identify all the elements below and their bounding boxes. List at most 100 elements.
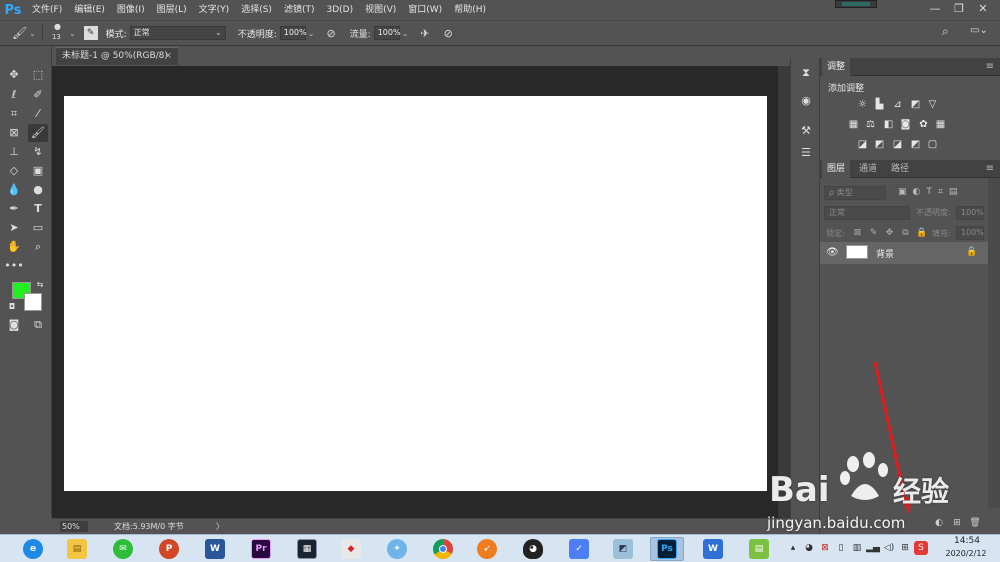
healing-brush-tool-icon[interactable]: ⊠ xyxy=(4,124,24,142)
workspace-icon[interactable]: ▭⌄ xyxy=(970,25,988,36)
levels-icon[interactable]: ▙ xyxy=(873,98,886,111)
crop-tool-icon[interactable]: ⌗ xyxy=(4,105,24,123)
brush-panel-icon[interactable]: ✎ xyxy=(83,26,98,40)
properties-panel-icon[interactable]: ◉ xyxy=(797,92,815,110)
app-bird-icon[interactable]: ✦ xyxy=(380,537,414,561)
marquee-tool-icon[interactable]: ⬚ xyxy=(28,66,48,84)
security-tray-icon[interactable]: ⊠ xyxy=(818,541,832,555)
type-tool-icon[interactable]: T xyxy=(28,200,48,218)
default-colors-icon[interactable]: ◘ xyxy=(2,298,22,316)
quick-mask-icon[interactable]: ◙ xyxy=(4,316,24,334)
more-tools-icon[interactable]: ••• xyxy=(4,257,24,275)
swap-colors-icon[interactable]: ⇆ xyxy=(30,276,50,294)
app-notes-icon[interactable]: ▤ xyxy=(742,537,776,561)
layer-filter-select[interactable]: ρ 类型 xyxy=(824,186,886,200)
hand-tool-icon[interactable]: ✋ xyxy=(4,238,24,256)
menu-filter[interactable]: 滤镜(T) xyxy=(278,0,321,20)
airbrush-icon[interactable]: ✈ xyxy=(420,27,429,40)
background-color-swatch[interactable] xyxy=(24,293,42,311)
gradient-map-icon[interactable]: ◩ xyxy=(909,138,922,151)
menu-view[interactable]: 视图(V) xyxy=(359,0,402,20)
curves-icon[interactable]: ⊿ xyxy=(891,98,904,111)
rectangle-tool-icon[interactable]: ▭ xyxy=(28,219,48,237)
menu-image[interactable]: 图像(I) xyxy=(111,0,151,20)
move-tool-icon[interactable]: ✥ xyxy=(4,66,24,84)
app-feishu-icon[interactable]: ✓ xyxy=(562,537,596,561)
menu-help[interactable]: 帮助(H) xyxy=(448,0,492,20)
chevron-down-icon[interactable]: ⌄ xyxy=(308,29,315,38)
brightness-icon[interactable]: ☼ xyxy=(856,98,869,111)
powerpoint-icon[interactable]: P xyxy=(152,537,186,561)
lock-position-icon[interactable]: ✥ xyxy=(884,228,895,239)
wps-icon[interactable]: W xyxy=(696,537,730,561)
chevron-down-icon[interactable]: ⌄ xyxy=(29,29,36,38)
brush-settings-icon[interactable]: ⚒ xyxy=(797,122,815,140)
color-lookup-icon[interactable]: ▦ xyxy=(934,118,947,131)
search-icon[interactable]: ⌕ xyxy=(942,24,949,39)
panel-menu-icon[interactable]: ≡ xyxy=(986,160,994,178)
flow-field[interactable]: 100% xyxy=(373,26,401,40)
channel-mixer-icon[interactable]: ✿ xyxy=(917,118,930,131)
blur-tool-icon[interactable]: 💧 xyxy=(4,181,24,199)
menu-edit[interactable]: 编辑(E) xyxy=(68,0,111,20)
lock-icon[interactable]: 🔒 xyxy=(966,247,977,257)
premiere-icon[interactable]: Pr xyxy=(244,537,278,561)
mode-select[interactable]: 正常 ⌄ xyxy=(129,26,226,40)
ie-icon[interactable]: e xyxy=(16,537,50,561)
minimize-button[interactable]: — xyxy=(924,0,946,18)
screen-mode-icon[interactable]: ⧉ xyxy=(28,316,48,334)
layer-row[interactable]: 👁 背景 🔒 xyxy=(820,242,988,264)
app-orange-icon[interactable]: ➹ xyxy=(470,537,504,561)
menu-layer[interactable]: 图层(L) xyxy=(151,0,193,20)
clock-date[interactable]: 2020/2/12 xyxy=(938,549,994,558)
clone-stamp-tool-icon[interactable]: ⊥ xyxy=(4,143,24,161)
lasso-tool-icon[interactable]: ℓ xyxy=(4,86,24,104)
pen-tool-icon[interactable]: ✒ xyxy=(4,200,24,218)
menu-select[interactable]: 选择(S) xyxy=(235,0,278,20)
opacity-field[interactable]: 100% xyxy=(279,26,307,40)
zoom-tool-icon[interactable]: ⌕ xyxy=(28,238,48,256)
layer-opacity-field[interactable]: 100% xyxy=(956,206,984,220)
vertical-scrollbar[interactable] xyxy=(778,66,790,518)
tab-paths[interactable]: 路径 xyxy=(886,160,914,178)
sogou-input-icon[interactable]: S xyxy=(914,541,928,555)
vibrance-icon[interactable]: ▽ xyxy=(926,98,939,111)
fill-field[interactable]: 100% xyxy=(956,226,984,240)
threshold-icon[interactable]: ◪ xyxy=(891,138,904,151)
black-white-icon[interactable]: ◧ xyxy=(882,118,895,131)
clock-time[interactable]: 14:54 xyxy=(944,536,990,546)
document-canvas[interactable] xyxy=(64,96,767,491)
chrome-icon[interactable] xyxy=(426,537,460,561)
quick-select-tool-icon[interactable]: ✐ xyxy=(28,86,48,104)
video-editor-icon[interactable]: ▦ xyxy=(290,537,324,561)
document-tab[interactable]: 未标题-1 @ 50%(RGB/8) × xyxy=(56,47,178,65)
lock-paint-icon[interactable]: ✎ xyxy=(868,228,879,239)
eye-icon[interactable]: 👁 xyxy=(826,247,839,258)
restore-button[interactable]: ❐ xyxy=(948,0,970,18)
lock-all-icon[interactable]: 🔒 xyxy=(916,228,927,239)
brush-preset-picker[interactable]: ● 13 xyxy=(49,22,69,44)
menu-3d[interactable]: 3D(D) xyxy=(320,0,359,20)
explorer-icon[interactable]: ▤ xyxy=(60,537,94,561)
word-icon[interactable]: W xyxy=(198,537,232,561)
blend-mode-select[interactable]: 正常 xyxy=(824,206,910,220)
exposure-icon[interactable]: ◩ xyxy=(909,98,922,111)
network-tray-icon[interactable]: ▥ xyxy=(850,541,864,555)
selective-color-icon[interactable]: ▢ xyxy=(926,138,939,151)
app-red-icon[interactable]: ◆ xyxy=(334,537,368,561)
app-blue-icon[interactable]: ◩ xyxy=(606,537,640,561)
close-icon[interactable]: × xyxy=(164,48,172,65)
menu-type[interactable]: 文字(Y) xyxy=(193,0,236,20)
history-brush-tool-icon[interactable]: ↯ xyxy=(28,143,48,161)
chevron-down-icon[interactable]: ⌄ xyxy=(69,29,76,38)
pressure-opacity-icon[interactable]: ⊘ xyxy=(326,27,335,40)
color-balance-icon[interactable]: ⚖ xyxy=(864,118,877,131)
signal-tray-icon[interactable]: ▂▄ xyxy=(866,541,880,555)
panel-menu-icon[interactable]: ≡ xyxy=(986,58,994,76)
zoom-level-field[interactable]: 50% xyxy=(60,521,88,532)
menu-file[interactable]: 文件(F) xyxy=(26,0,68,20)
tab-layers[interactable]: 图层 xyxy=(822,160,851,178)
chevron-down-icon[interactable]: ⌄ xyxy=(402,29,409,38)
path-select-tool-icon[interactable]: ➤ xyxy=(4,219,24,237)
layer-filter-icons[interactable]: ▣◐T⌗▤ xyxy=(898,187,963,197)
